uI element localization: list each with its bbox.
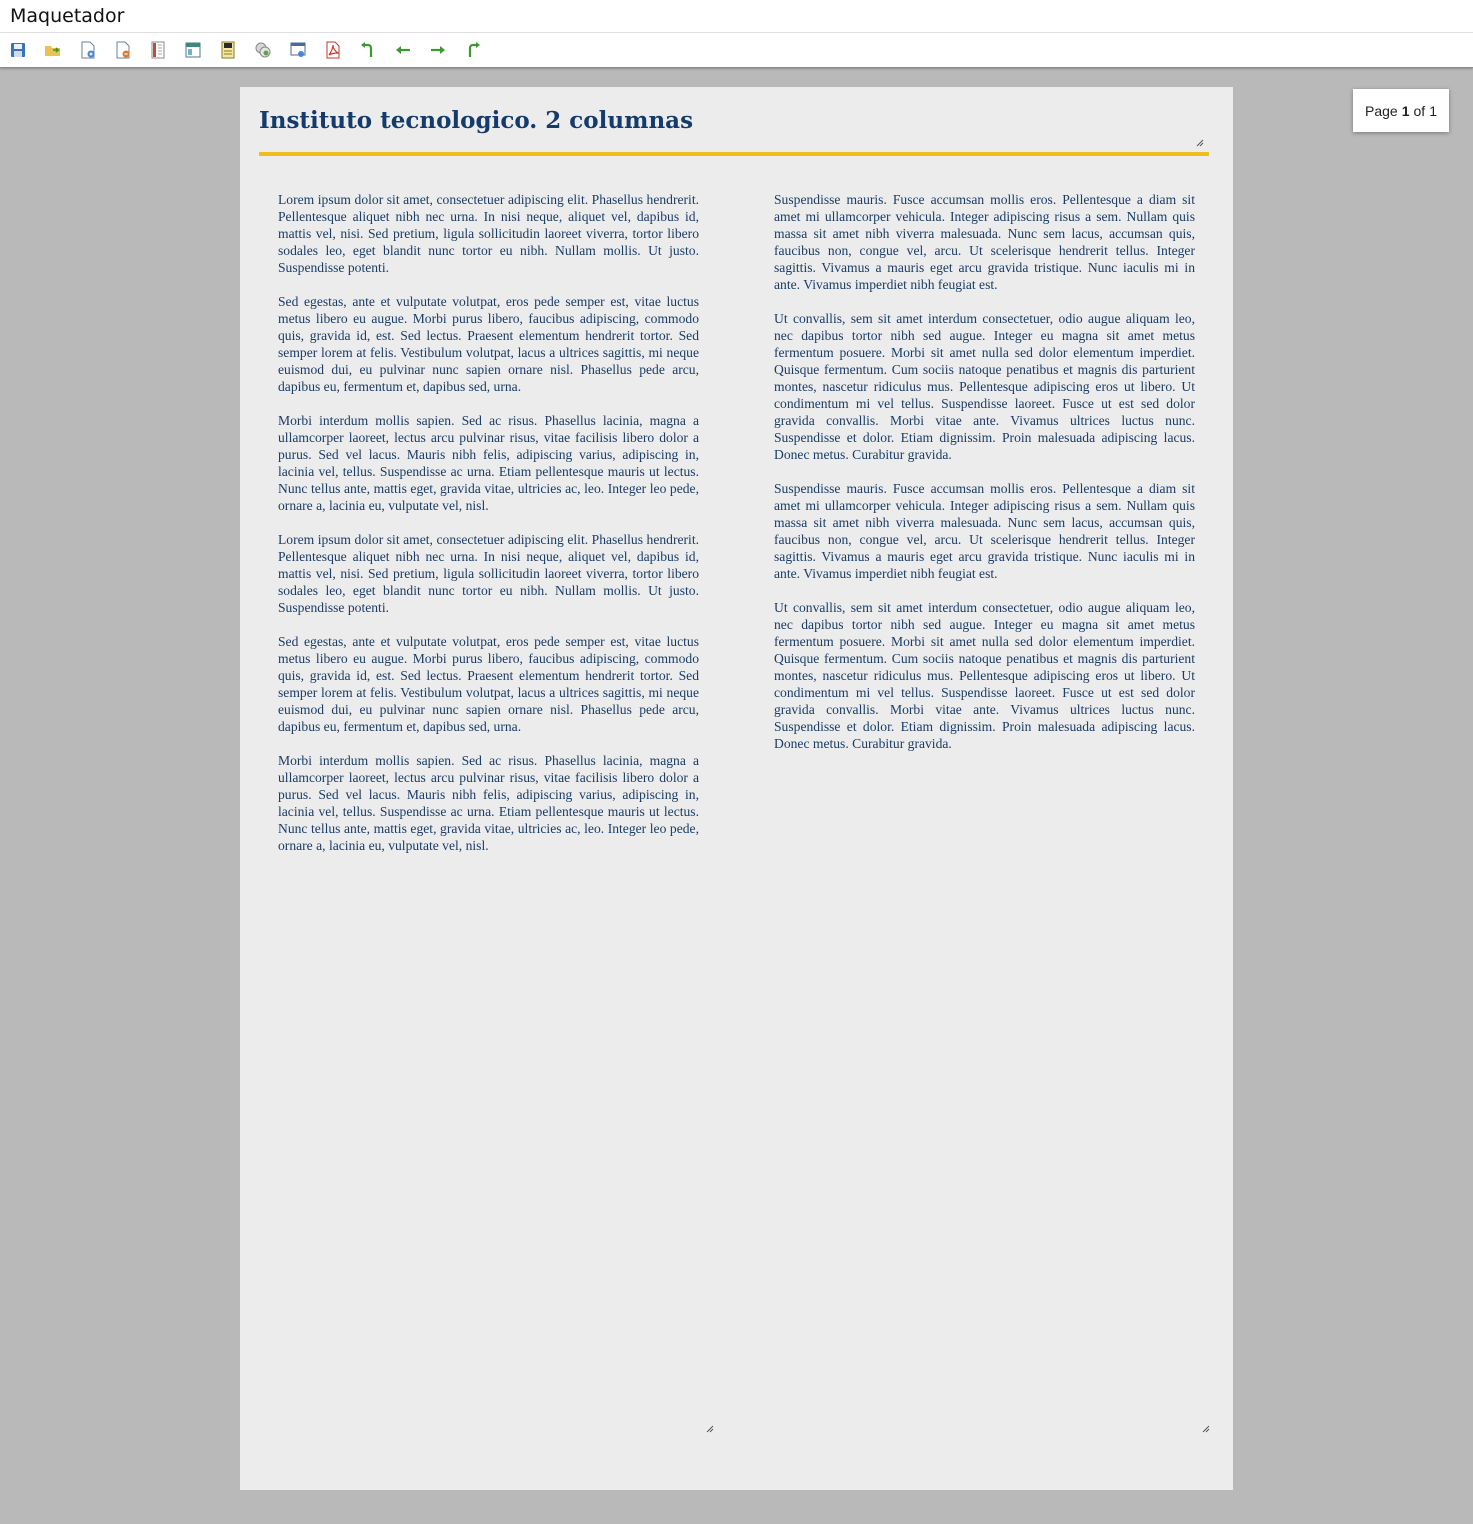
document-title[interactable]: Instituto tecnologico. 2 columnas bbox=[259, 107, 693, 134]
page-indicator: Page 1 of 1 bbox=[1353, 89, 1449, 132]
arrow-left-icon[interactable] bbox=[394, 41, 412, 59]
delete-page-icon[interactable] bbox=[114, 41, 132, 59]
right-column-resize-handle-icon[interactable] bbox=[1202, 1425, 1210, 1433]
arrow-right-icon[interactable] bbox=[429, 41, 447, 59]
total-pages: 1 bbox=[1429, 102, 1437, 119]
undo-icon[interactable] bbox=[359, 41, 377, 59]
columns-layout-icon[interactable] bbox=[149, 41, 167, 59]
pdf-icon[interactable] bbox=[324, 41, 342, 59]
page-prefix: Page bbox=[1365, 102, 1398, 119]
right-column[interactable]: Suspendisse mauris. Fusce accumsan molli… bbox=[774, 191, 1195, 769]
left-paragraph: Sed egestas, ante et vulputate volutpat,… bbox=[278, 634, 699, 734]
template-icon[interactable] bbox=[219, 41, 237, 59]
header-layout-icon[interactable] bbox=[184, 41, 202, 59]
right-paragraph: Ut convallis, sem sit amet interdum cons… bbox=[774, 600, 1195, 751]
left-paragraph: Morbi interdum mollis sapien. Sed ac ris… bbox=[278, 413, 699, 513]
current-page: 1 bbox=[1401, 102, 1410, 119]
save-icon[interactable] bbox=[9, 41, 27, 59]
right-paragraph: Ut convallis, sem sit amet interdum cons… bbox=[774, 311, 1195, 462]
redo-icon[interactable] bbox=[464, 41, 482, 59]
images-icon[interactable] bbox=[254, 41, 272, 59]
preview-icon[interactable] bbox=[289, 41, 307, 59]
right-paragraph: Suspendisse mauris. Fusce accumsan molli… bbox=[774, 192, 1195, 292]
app-title: Maquetador bbox=[10, 5, 125, 27]
left-paragraph: Lorem ipsum dolor sit amet, consectetuer… bbox=[278, 192, 699, 275]
left-column-resize-handle-icon[interactable] bbox=[706, 1425, 714, 1433]
open-folder-icon[interactable] bbox=[44, 41, 62, 59]
left-paragraph: Morbi interdum mollis sapien. Sed ac ris… bbox=[278, 753, 699, 853]
left-paragraph: Lorem ipsum dolor sit amet, consectetuer… bbox=[278, 532, 699, 615]
new-page-icon[interactable] bbox=[79, 41, 97, 59]
title-resize-handle-icon[interactable] bbox=[1196, 139, 1204, 147]
left-column[interactable]: Lorem ipsum dolor sit amet, consectetuer… bbox=[278, 191, 699, 871]
left-paragraph: Sed egestas, ante et vulputate volutpat,… bbox=[278, 294, 699, 394]
app-titlebar: Maquetador bbox=[0, 0, 1473, 33]
document-page: Instituto tecnologico. 2 columnas Lorem … bbox=[240, 87, 1233, 1490]
toolbar bbox=[0, 33, 1473, 68]
right-paragraph: Suspendisse mauris. Fusce accumsan molli… bbox=[774, 481, 1195, 581]
page-of-label: of bbox=[1413, 102, 1426, 119]
title-divider bbox=[259, 152, 1209, 156]
